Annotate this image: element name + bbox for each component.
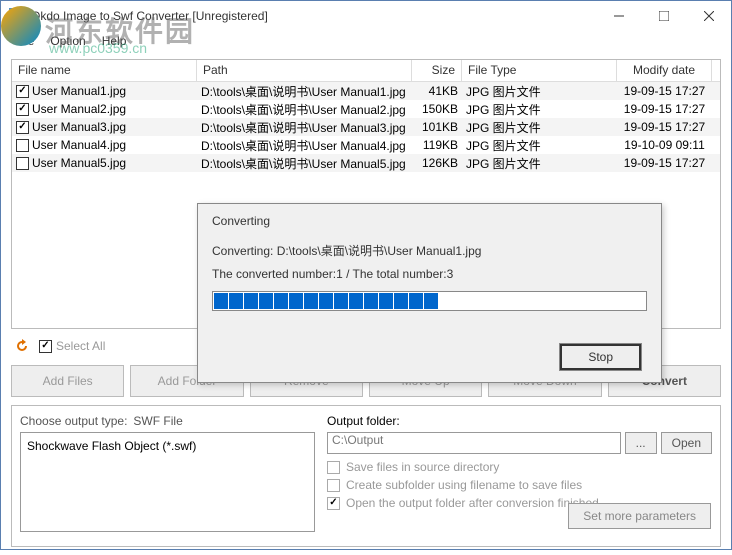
dialog-title: Converting	[212, 214, 647, 228]
table-row[interactable]: User Manual2.jpg D:\tools\桌面\说明书\User Man…	[12, 100, 720, 118]
file-name: User Manual4.jpg	[32, 138, 126, 152]
checkbox-icon[interactable]	[16, 103, 29, 116]
file-date: 19-09-15 17:27	[617, 84, 712, 98]
titlebar: Okdo Image to Swf Converter [Unregistere…	[1, 1, 731, 31]
file-date: 19-10-09 09:11	[617, 138, 712, 152]
file-type: JPG 图片文件	[462, 101, 617, 118]
file-date: 19-09-15 17:27	[617, 102, 712, 116]
checkbox-icon	[327, 497, 340, 510]
file-type: JPG 图片文件	[462, 155, 617, 172]
stop-button[interactable]: Stop	[560, 344, 641, 370]
col-header-type[interactable]: File Type	[462, 60, 617, 81]
select-all-checkbox[interactable]: Select All	[39, 339, 105, 353]
app-icon	[9, 8, 25, 24]
menu-file[interactable]: File	[9, 32, 40, 50]
output-folder-label: Output folder:	[327, 414, 712, 428]
col-header-date[interactable]: Modify date	[617, 60, 712, 81]
window-title: Okdo Image to Swf Converter [Unregistere…	[31, 9, 596, 23]
table-row[interactable]: User Manual4.jpg D:\tools\桌面\说明书\User Man…	[12, 136, 720, 154]
checkbox-icon[interactable]	[16, 157, 29, 170]
select-all-label: Select All	[56, 339, 105, 353]
menubar: File Option Help	[1, 31, 731, 51]
menu-help[interactable]: Help	[96, 32, 133, 50]
file-name: User Manual1.jpg	[32, 84, 126, 98]
file-name: User Manual2.jpg	[32, 102, 126, 116]
file-date: 19-09-15 17:27	[617, 156, 712, 170]
file-path: D:\tools\桌面\说明书\User Manual1.jpg	[197, 83, 412, 100]
file-type: JPG 图片文件	[462, 83, 617, 100]
file-type: JPG 图片文件	[462, 137, 617, 154]
dialog-current-file: Converting: D:\tools\桌面\说明书\User Manual1…	[212, 242, 647, 259]
file-name: User Manual5.jpg	[32, 156, 126, 170]
checkbox-icon[interactable]	[16, 139, 29, 152]
set-more-parameters-button[interactable]: Set more parameters	[568, 503, 711, 529]
option-create-subfolder[interactable]: Create subfolder using filename to save …	[327, 478, 712, 492]
browse-button[interactable]: ...	[625, 432, 657, 454]
checkbox-icon[interactable]	[16, 85, 29, 98]
dialog-progress-text: The converted number:1 / The total numbe…	[212, 267, 647, 281]
open-folder-button[interactable]: Open	[661, 432, 712, 454]
file-size: 150KB	[412, 102, 462, 116]
menu-option[interactable]: Option	[44, 32, 91, 50]
file-list-header: File name Path Size File Type Modify dat…	[12, 60, 720, 82]
checkbox-icon	[327, 479, 340, 492]
choose-output-label: Choose output type:	[20, 414, 127, 428]
converting-dialog: Converting Converting: D:\tools\桌面\说明书\U…	[197, 203, 662, 383]
col-header-size[interactable]: Size	[412, 60, 462, 81]
file-date: 19-09-15 17:27	[617, 120, 712, 134]
output-type-list[interactable]: Shockwave Flash Object (*.swf)	[20, 432, 315, 532]
maximize-button[interactable]	[641, 1, 686, 31]
refresh-icon[interactable]	[11, 335, 33, 357]
progress-bar	[212, 291, 647, 311]
checkbox-icon	[327, 461, 340, 474]
file-path: D:\tools\桌面\说明书\User Manual4.jpg	[197, 137, 412, 154]
file-path: D:\tools\桌面\说明书\User Manual3.jpg	[197, 119, 412, 136]
option-save-source[interactable]: Save files in source directory	[327, 460, 712, 474]
file-size: 119KB	[412, 138, 462, 152]
checkbox-icon[interactable]	[16, 121, 29, 134]
close-button[interactable]	[686, 1, 731, 31]
file-size: 126KB	[412, 156, 462, 170]
col-header-path[interactable]: Path	[197, 60, 412, 81]
file-type: JPG 图片文件	[462, 119, 617, 136]
table-row[interactable]: User Manual5.jpg D:\tools\桌面\说明书\User Man…	[12, 154, 720, 172]
file-size: 41KB	[412, 84, 462, 98]
add-files-button[interactable]: Add Files	[11, 365, 124, 397]
file-size: 101KB	[412, 120, 462, 134]
checkbox-icon	[39, 340, 52, 353]
table-row[interactable]: User Manual3.jpg D:\tools\桌面\说明书\User Man…	[12, 118, 720, 136]
file-name: User Manual3.jpg	[32, 120, 126, 134]
minimize-button[interactable]	[596, 1, 641, 31]
output-folder-input[interactable]: C:\Output	[327, 432, 621, 454]
file-path: D:\tools\桌面\说明书\User Manual5.jpg	[197, 155, 412, 172]
col-header-name[interactable]: File name	[12, 60, 197, 81]
table-row[interactable]: User Manual1.jpg D:\tools\桌面\说明书\User Man…	[12, 82, 720, 100]
output-type-option[interactable]: Shockwave Flash Object (*.swf)	[27, 439, 308, 453]
file-path: D:\tools\桌面\说明书\User Manual2.jpg	[197, 101, 412, 118]
swf-file-label: SWF File	[133, 414, 182, 428]
